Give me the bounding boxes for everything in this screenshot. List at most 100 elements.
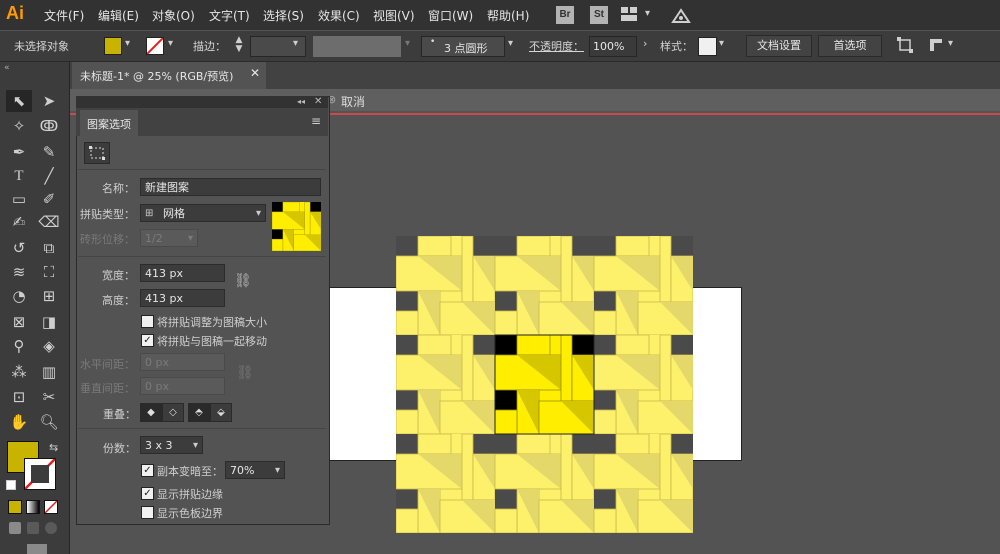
chevron-right-icon[interactable]: › [643,37,647,50]
column-graph-tool-icon[interactable]: ▥ [37,362,61,382]
drawing-mode-icon[interactable] [9,522,21,534]
shaper-tool-icon[interactable]: ✍ [7,212,31,232]
pattern-tile[interactable] [494,334,595,435]
show-swatch-bounds-checkbox[interactable] [141,506,154,519]
menu-edit[interactable]: 编辑(E) [98,7,139,24]
rotate-tool-icon[interactable]: ↺ [7,238,31,258]
show-tile-edge-checkbox[interactable]: ✓ [141,487,154,500]
menu-type[interactable]: 文字(T) [209,7,250,24]
copies-dropdown[interactable]: 3 x 3 ▾ [140,436,203,454]
dim-copies-dropdown[interactable]: 70% ▾ [225,461,285,479]
brush-definition-dropdown[interactable]: • 3 点圆形 [421,36,505,57]
slice-tool-icon[interactable]: ✂ [37,387,61,407]
color-mode-icon[interactable] [8,500,22,514]
overlap-left-in-front-icon[interactable]: ◆ [140,403,162,422]
cancel-pattern-edit[interactable]: 取消 [341,93,365,110]
menu-file[interactable]: 文件(F) [44,7,84,24]
tile-type-dropdown[interactable]: ⊞ 网格 ▾ [140,204,266,222]
menu-help[interactable]: 帮助(H) [487,7,529,24]
gpu-performance-icon[interactable] [670,4,692,26]
chevron-down-icon: ▾ [293,38,299,49]
pattern-name-input[interactable]: 新建图案 [140,178,321,196]
line-segment-tool-icon[interactable]: ╱ [37,166,61,186]
selection-status: 未选择对象 [14,40,69,53]
artboard-tool-icon[interactable]: ⊡ [7,387,31,407]
transform-icon[interactable] [897,37,913,53]
magic-wand-tool-icon[interactable]: ✧ [7,116,31,136]
pattern-tile-tool-button[interactable] [84,142,110,164]
blend-tool-icon[interactable]: ◈ [37,336,61,356]
stroke-weight-stepper[interactable]: ▲ ▼ [232,36,246,56]
gradient-tool-icon[interactable]: ◨ [37,312,61,332]
draw-inside-icon[interactable] [45,522,57,534]
zoom-tool-icon[interactable]: 🔍︎ [37,412,61,432]
panel-menu-icon[interactable]: ≡ [311,114,321,128]
swap-fill-stroke-icon[interactable]: ⇆ [49,441,58,454]
fill-dropdown-chevron-icon[interactable]: ▾ [125,38,130,49]
link-proportions-icon[interactable]: ⛓ [234,273,252,289]
paintbrush-tool-icon[interactable]: ✐ [37,189,61,209]
scale-tool-icon[interactable]: ⧉ [37,238,61,258]
variable-width-profile[interactable] [313,36,401,57]
overlap-top-in-front-icon[interactable]: ⬘ [188,403,210,422]
dim-copies-checkbox[interactable]: ✓ [141,464,154,477]
h-spacing-label: 水平间距： [80,358,135,371]
hand-tool-icon[interactable]: ✋ [7,412,31,432]
arrange-documents-icon[interactable] [621,7,637,21]
menu-view[interactable]: 视图(V) [373,7,415,24]
align-icon[interactable] [928,37,944,53]
draw-behind-icon[interactable] [27,522,39,534]
selection-tool-icon[interactable]: ⬉ [7,91,31,111]
collapse-panel-icon[interactable]: ◂◂ [297,97,305,106]
default-colors-icon[interactable] [6,480,16,490]
overlap-right-in-front-icon[interactable]: ◇ [162,403,184,422]
panel-divider [78,169,326,170]
menu-select[interactable]: 选择(S) [263,7,304,24]
screen-mode-icon[interactable] [27,544,47,554]
chevron-down-icon[interactable]: ▾ [645,8,650,19]
menu-effect[interactable]: 效果(C) [318,7,360,24]
mesh-tool-icon[interactable]: ⊠ [7,312,31,332]
document-settings-button[interactable]: 文档设置 [746,35,812,57]
lasso-tool-icon[interactable]: ↂ [37,116,61,136]
stroke-color-swatch[interactable] [146,37,164,55]
panel-titlebar[interactable] [76,96,328,108]
overlap-bottom-in-front-icon[interactable]: ⬙ [210,403,232,422]
opacity-label[interactable]: 不透明度： [529,38,584,54]
opacity-input[interactable]: 100% [593,40,624,53]
height-input[interactable]: 413 px [140,289,225,307]
graphic-style-swatch[interactable] [698,37,717,56]
perspective-grid-tool-icon[interactable]: ⊞ [37,286,61,306]
width-input[interactable]: 413 px [140,264,225,282]
close-panel-icon[interactable]: ✕ [314,96,322,107]
shape-builder-tool-icon[interactable]: ◔ [7,286,31,306]
pattern-options-tab[interactable]: 图案选项 [80,110,138,136]
rectangle-tool-icon[interactable]: ▭ [7,189,31,209]
eraser-tool-icon[interactable]: ⌫ [37,212,61,232]
fill-color-swatch[interactable] [104,37,122,55]
symbol-sprayer-tool-icon[interactable]: ⁂ [7,362,31,382]
chevron-down-icon[interactable]: ▾ [719,38,724,49]
eyedropper-tool-icon[interactable]: ⚲ [7,336,31,356]
close-tab-icon[interactable]: ✕ [250,66,260,80]
preferences-button[interactable]: 首选项 [818,35,882,57]
chevron-down-icon[interactable]: ▾ [948,38,953,49]
none-mode-icon[interactable] [44,500,58,514]
type-tool-icon[interactable]: T [7,166,31,186]
gradient-mode-icon[interactable] [26,500,40,514]
document-tab[interactable]: 未标题-1* @ 25% (RGB/预览) ✕ [72,62,266,89]
resize-tile-checkbox[interactable] [141,315,154,328]
move-tile-checkbox[interactable]: ✓ [141,334,154,347]
curvature-tool-icon[interactable]: ✎ [37,142,61,162]
stroke-dropdown-chevron-icon[interactable]: ▾ [168,38,173,49]
free-transform-tool-icon[interactable]: ⛶ [37,262,61,282]
width-tool-icon[interactable]: ≋ [7,262,31,282]
pen-tool-icon[interactable]: ✒ [7,142,31,162]
menu-window[interactable]: 窗口(W) [428,7,473,24]
stroke-color-box[interactable] [24,458,56,490]
menu-object[interactable]: 对象(O) [152,7,195,24]
stock-icon[interactable]: St [590,6,608,24]
collapse-toolbox-icon[interactable]: « [4,63,10,73]
bridge-icon[interactable]: Br [556,6,574,24]
direct-selection-tool-icon[interactable]: ➤ [37,91,61,111]
